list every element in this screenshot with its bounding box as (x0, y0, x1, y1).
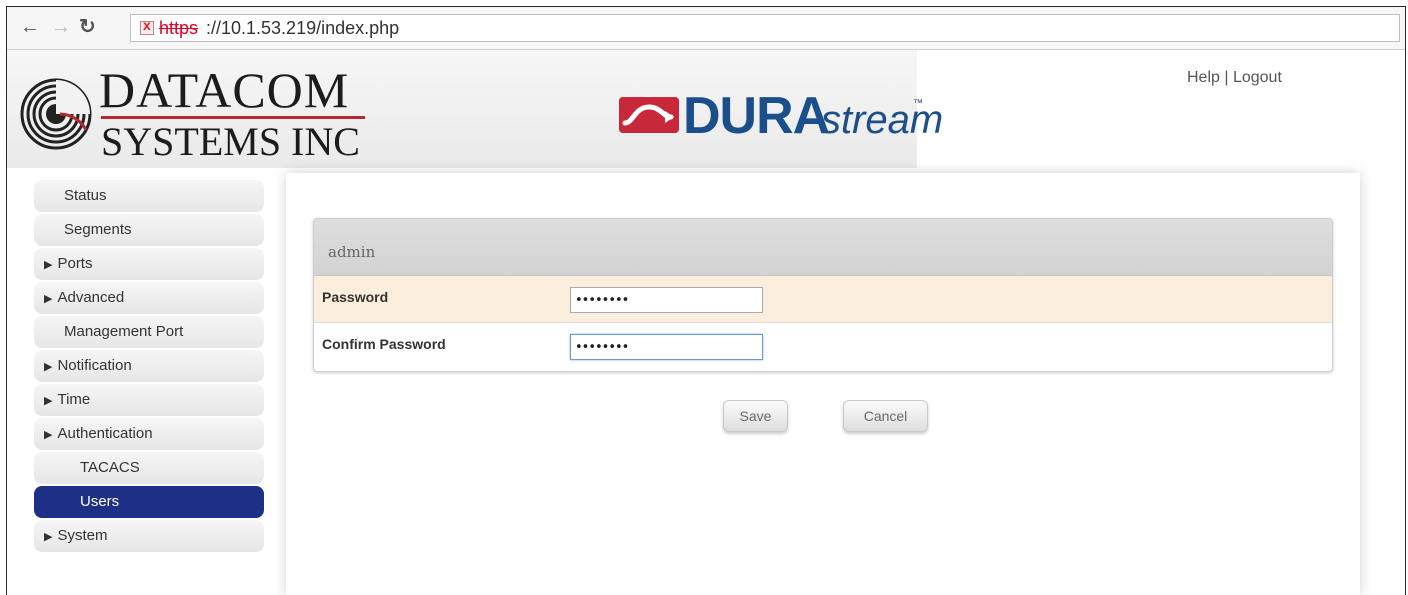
browser-window: ← → ↻ https ://10.1.53.219/index.php DAT… (6, 6, 1406, 595)
triangle-right-icon: ▶ (44, 531, 53, 543)
url-path: ://10.1.53.219/index.php (206, 18, 400, 38)
product-name: DURA (683, 87, 830, 145)
sidebar-item-ports[interactable]: ▶ Ports (34, 248, 264, 280)
sidebar-item-label: Users (80, 493, 120, 510)
page-header: DATACOM SYSTEMS INC DURA stream ™ Help |… (7, 50, 1405, 168)
datacom-logo-icon (20, 78, 92, 150)
triangle-right-icon: ▶ (44, 395, 53, 407)
product-name-suffix: stream (821, 98, 944, 142)
sidebar-item-label: Ports (57, 255, 93, 272)
password-input[interactable] (570, 287, 763, 313)
sidebar-item-segments[interactable]: Segments (34, 214, 264, 246)
sidebar-item-authentication[interactable]: ▶ Authentication (34, 418, 264, 450)
sidebar-item-advanced[interactable]: ▶ Advanced (34, 282, 264, 314)
triangle-right-icon: ▶ (44, 361, 53, 373)
sidebar-item-label: Authentication (57, 425, 153, 442)
link-separator: | (1219, 69, 1233, 86)
address-bar[interactable]: https ://10.1.53.219/index.php (130, 14, 1400, 42)
sidebar-item-label: System (57, 527, 108, 544)
triangle-right-icon: ▶ (44, 429, 53, 441)
confirm-password-input[interactable] (570, 334, 763, 360)
triangle-right-icon: ▶ (44, 293, 53, 305)
arrow-right-icon[interactable]: → (51, 15, 71, 39)
sidebar-item-label: Management Port (64, 323, 184, 340)
confirm-password-label: Confirm Password (322, 336, 446, 352)
cancel-button[interactable]: Cancel (843, 400, 928, 432)
logout-link[interactable]: Logout (1233, 69, 1282, 86)
sidebar-item-label: TACACS (80, 459, 140, 476)
insecure-lock-icon[interactable] (140, 17, 154, 35)
user-panel: admin Password Confirm Password (313, 218, 1333, 372)
reload-icon[interactable]: ↻ (79, 15, 96, 39)
sidebar-item-status[interactable]: Status (34, 180, 264, 212)
durastream-mark-icon (619, 97, 679, 133)
arrow-left-icon[interactable]: ← (20, 15, 40, 39)
url-scheme: https (159, 18, 199, 38)
sidebar-item-label: Time (57, 391, 91, 408)
trademark-symbol: ™ (913, 98, 923, 109)
sidebar-item-time[interactable]: ▶ Time (34, 384, 264, 416)
sidebar-item-label: Status (64, 187, 107, 204)
help-link[interactable]: Help (1187, 69, 1220, 86)
sidebar-item-system[interactable]: ▶ System (34, 520, 264, 552)
company-name-line2: SYSTEMS INC (101, 119, 360, 164)
sidebar-item-users[interactable]: Users (34, 486, 264, 518)
browser-toolbar: ← → ↻ https ://10.1.53.219/index.php (7, 7, 1405, 50)
save-button[interactable]: Save (723, 400, 788, 432)
sidebar-item-tacacs[interactable]: TACACS (34, 452, 264, 484)
company-name-line1: DATACOM (99, 62, 350, 118)
header-links: Help | Logout (1187, 69, 1282, 87)
panel-header: admin (314, 219, 1332, 276)
password-label: Password (322, 289, 389, 305)
sidebar-item-label: Segments (64, 221, 132, 238)
sidebar-item-notification[interactable]: ▶ Notification (34, 350, 264, 382)
sidebar-item-label: Advanced (57, 289, 125, 306)
password-row: Password (314, 276, 1332, 323)
panel-title: admin (328, 243, 376, 261)
main-content: admin Password Confirm Password Save Can… (286, 173, 1360, 595)
triangle-right-icon: ▶ (44, 259, 53, 271)
sidebar-item-management-port[interactable]: Management Port (34, 316, 264, 348)
confirm-password-row: Confirm Password (314, 323, 1332, 369)
sidebar-nav: Status Segments ▶ Ports ▶ Advanced Managem… (34, 180, 264, 554)
sidebar-item-label: Notification (57, 357, 132, 374)
